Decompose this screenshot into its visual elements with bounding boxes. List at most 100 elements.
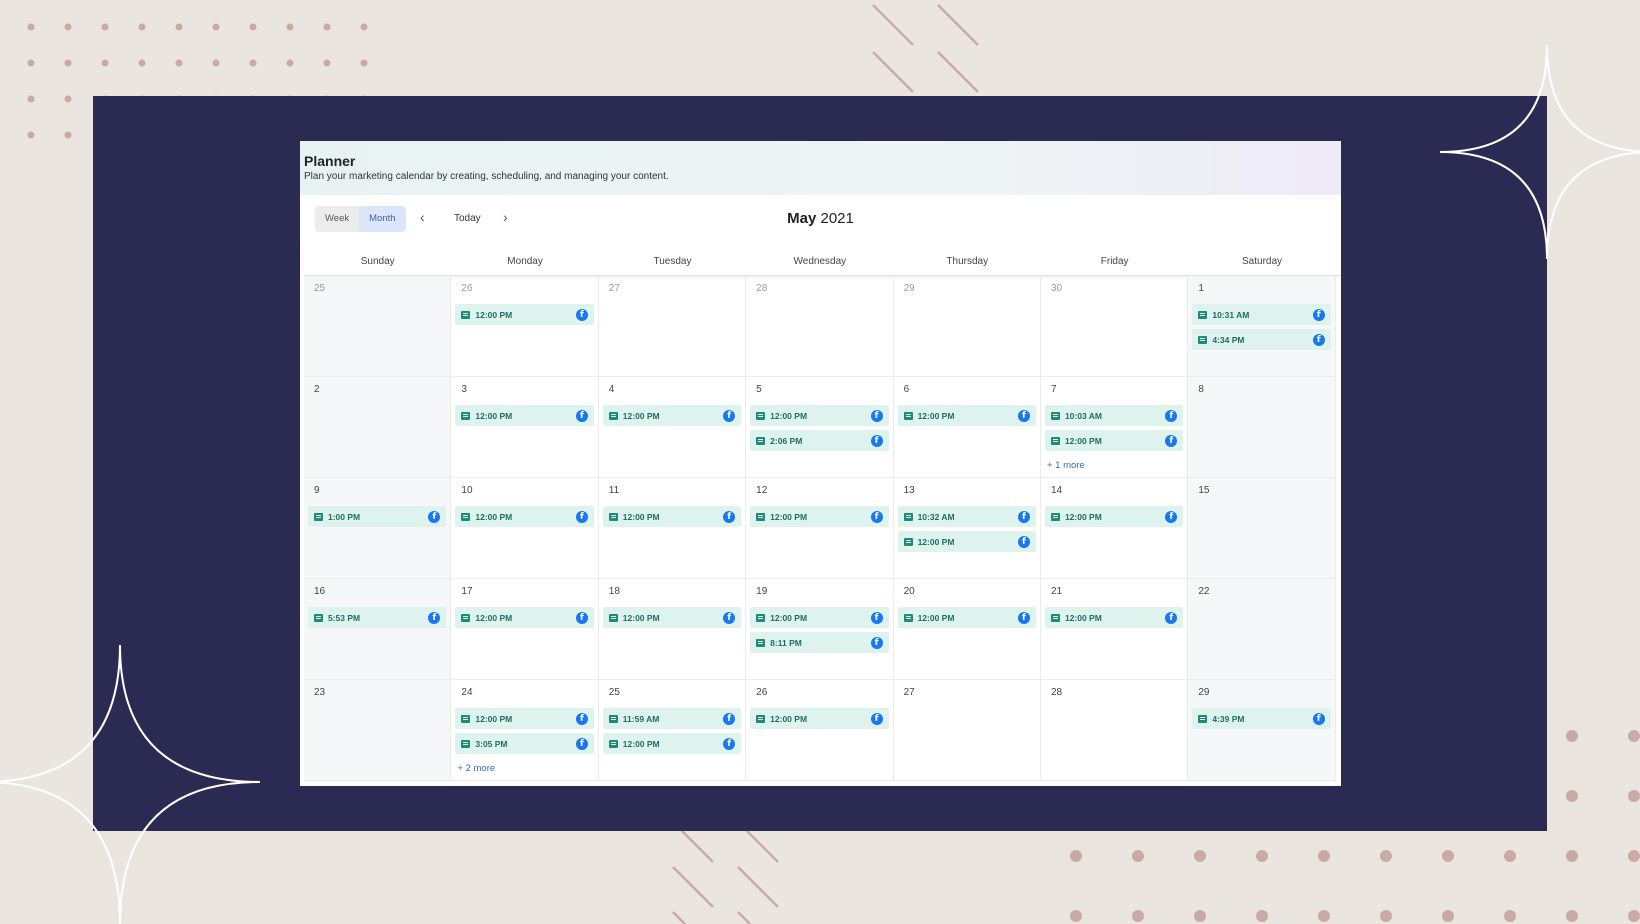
scheduled-post[interactable]: 12:00 PM f [455,405,594,426]
scheduled-post[interactable]: 12:00 PM f [455,506,594,527]
scheduled-post[interactable]: 12:00 PM f [455,607,594,628]
calendar-day-cell[interactable]: 19 12:00 PM f 8:11 PM f [746,579,894,680]
scheduled-post[interactable]: 12:00 PM f [750,405,889,426]
calendar-day-cell[interactable]: 2 [304,377,452,478]
calendar-day-cell[interactable]: 15 [1188,478,1336,579]
scheduled-post[interactable]: 10:03 AM f [1044,405,1184,426]
scheduled-post[interactable]: 12:00 PM f [1044,430,1184,451]
scheduled-post[interactable]: 12:00 PM f [750,506,889,527]
post-time: 4:39 PM [1212,713,1245,724]
scheduled-post[interactable]: 12:00 PM f [897,405,1036,426]
post-time: 1:00 PM [328,511,361,522]
event-list: 12:00 PM f [1044,506,1184,527]
post-icon [1198,714,1208,723]
scheduled-post[interactable]: 12:00 PM f [602,733,742,754]
calendar-day-cell[interactable]: 17 12:00 PM f [451,579,599,680]
calendar-day-cell[interactable]: 16 5:53 PM f [304,579,452,680]
post-time: 12:00 PM [622,410,660,421]
event-list: 12:00 PM f [897,607,1036,628]
scheduled-post[interactable]: 12:00 PM f [750,607,889,628]
post-icon [461,411,471,420]
scheduled-post[interactable]: 12:00 PM f [602,506,742,527]
scheduled-post[interactable]: 12:00 PM f [455,304,594,325]
post-time: 10:03 AM [1064,410,1102,421]
calendar-day-cell[interactable]: 25 11:59 AM f 12:00 PM f [598,680,747,781]
facebook-icon: f [575,510,588,523]
scheduled-post[interactable]: 12:00 PM f [750,708,889,729]
scheduled-post[interactable]: 11:59 AM f [602,708,742,729]
day-number: 7 [1050,384,1057,395]
calendar-day-cell[interactable]: 28 [1040,680,1189,781]
more-events-link[interactable]: + 1 more [1047,460,1085,471]
scheduled-post[interactable]: 12:00 PM f [1044,607,1184,628]
day-number: 5 [756,384,762,395]
calendar-day-cell[interactable]: 22 [1188,579,1336,680]
event-list: 12:00 PM f [602,506,742,527]
event-list: 4:39 PM f [1192,708,1331,729]
calendar-day-cell[interactable]: 24 12:00 PM f 3:05 PM f + 2 more [451,680,599,781]
facebook-icon: f [1312,712,1325,725]
calendar-day-cell[interactable]: 12 12:00 PM f [746,478,894,579]
calendar-day-cell[interactable]: 21 12:00 PM f [1040,579,1189,680]
weekday-sunday: Sunday [360,256,395,267]
sparkle-top-right [1439,44,1640,260]
calendar-day-cell[interactable]: 27 [598,276,747,377]
calendar-day-cell[interactable]: 5 12:00 PM f 2:06 PM f [746,377,894,478]
day-number: 1 [1198,283,1204,294]
calendar-day-cell[interactable]: 7 10:03 AM f 12:00 PM f + 1 more [1040,377,1189,478]
calendar-day-cell[interactable]: 11 12:00 PM f [598,478,747,579]
facebook-icon: f [1165,510,1178,523]
event-list: 12:00 PM f [602,607,742,628]
calendar-day-cell[interactable]: 30 [1040,276,1189,377]
calendar-day-cell[interactable]: 10 12:00 PM f [451,478,599,579]
calendar-day-cell[interactable]: 28 [746,276,894,377]
post-icon [903,411,913,420]
scheduled-post[interactable]: 12:00 PM f [602,405,742,426]
calendar-day-cell[interactable]: 8 [1188,377,1336,478]
facebook-icon: f [723,409,736,422]
facebook-icon: f [575,712,588,725]
scheduled-post[interactable]: 12:00 PM f [897,607,1036,628]
calendar-day-cell[interactable]: 20 12:00 PM f [893,579,1041,680]
event-list: 10:03 AM f 12:00 PM f [1044,405,1184,451]
more-events-link[interactable]: + 2 more [457,763,495,774]
scheduled-post[interactable]: 12:00 PM f [602,607,742,628]
calendar-day-cell[interactable]: 29 [893,276,1041,377]
scheduled-post[interactable]: 12:00 PM f [1044,506,1184,527]
calendar-day-cell[interactable]: 23 [304,680,452,781]
calendar-day-cell[interactable]: 29 4:39 PM f [1188,680,1336,781]
calendar-day-cell[interactable]: 3 12:00 PM f [451,377,599,478]
calendar-day-cell[interactable]: 13 10:32 AM f 12:00 PM f [893,478,1041,579]
scheduled-post[interactable]: 10:32 AM f [897,506,1036,527]
calendar-day-cell[interactable]: 26 12:00 PM f [451,276,599,377]
facebook-icon: f [723,712,736,725]
facebook-icon: f [870,636,883,649]
calendar-day-cell[interactable]: 18 12:00 PM f [598,579,747,680]
day-number: 21 [1050,586,1063,597]
scheduled-post[interactable]: 10:31 AM f [1192,304,1331,325]
calendar-day-cell[interactable]: 1 10:31 AM f 4:34 PM f [1188,276,1336,377]
scheduled-post[interactable]: 3:05 PM f [455,733,594,754]
scheduled-post[interactable]: 4:34 PM f [1192,329,1331,350]
post-icon [608,613,618,622]
calendar-day-cell[interactable]: 26 12:00 PM f [746,680,894,781]
post-icon [608,411,618,420]
calendar-day-cell[interactable]: 27 [893,680,1041,781]
scheduled-post[interactable]: 5:53 PM f [308,607,447,628]
calendar-day-cell[interactable]: 6 12:00 PM f [893,377,1041,478]
post-time: 2:06 PM [770,435,803,446]
day-number: 25 [314,283,326,294]
calendar-day-cell[interactable]: 25 [304,276,452,377]
scheduled-post[interactable]: 12:00 PM f [455,708,594,729]
scheduled-post[interactable]: 12:00 PM f [897,531,1036,552]
scheduled-post[interactable]: 1:00 PM f [308,506,447,527]
scheduled-post[interactable]: 8:11 PM f [750,632,889,653]
calendar-day-cell[interactable]: 14 12:00 PM f [1040,478,1189,579]
day-number: 12 [756,485,768,496]
scheduled-post[interactable]: 2:06 PM f [750,430,889,451]
post-time: 12:00 PM [917,612,955,623]
post-icon [608,739,618,748]
calendar-day-cell[interactable]: 9 1:00 PM f [304,478,452,579]
scheduled-post[interactable]: 4:39 PM f [1192,708,1331,729]
calendar-day-cell[interactable]: 4 12:00 PM f [598,377,747,478]
